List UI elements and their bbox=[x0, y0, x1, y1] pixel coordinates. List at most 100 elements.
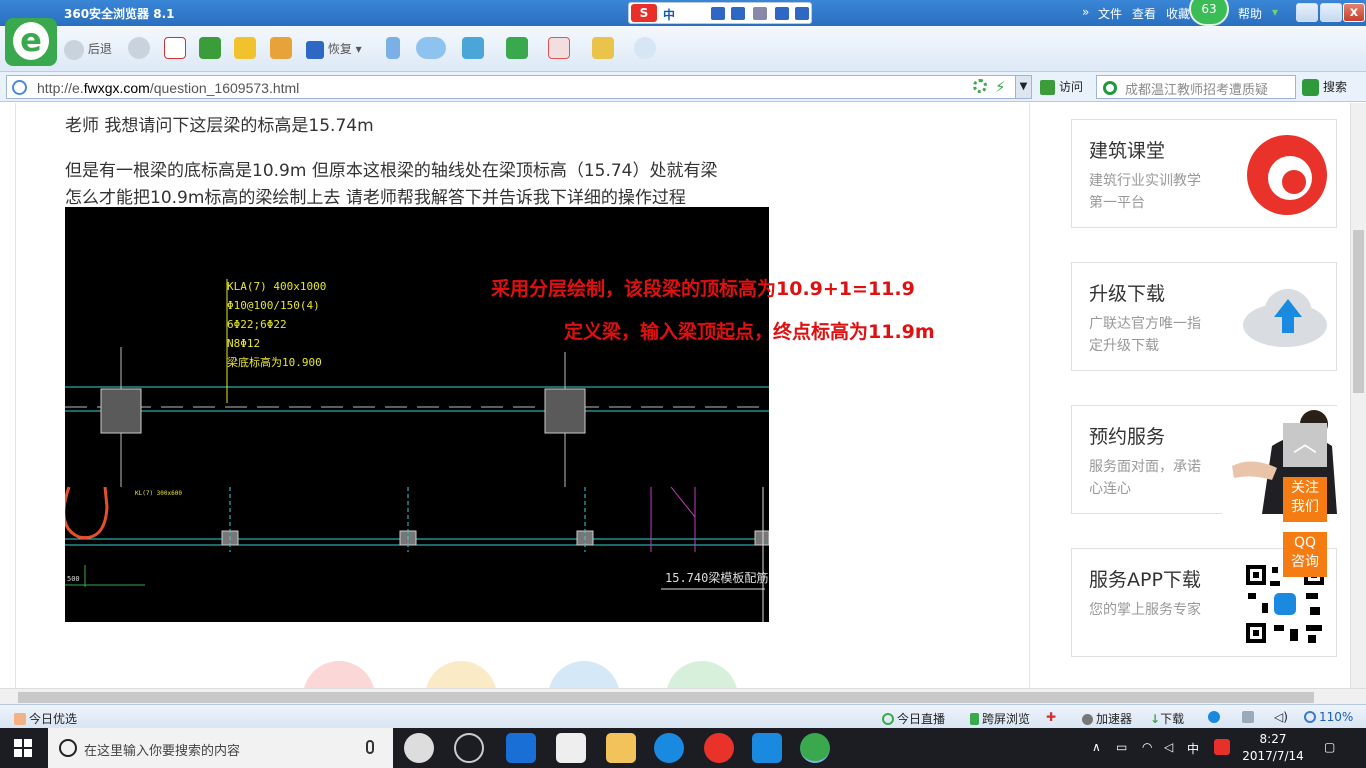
plus-app-icon[interactable] bbox=[752, 733, 782, 763]
zoom-level[interactable]: 110% bbox=[1304, 710, 1353, 724]
e-logo-icon: e bbox=[13, 22, 49, 60]
sogou-ime-icon[interactable]: S bbox=[631, 4, 657, 22]
swirl-app-icon[interactable] bbox=[454, 733, 484, 763]
cad-drawing bbox=[65, 207, 769, 622]
restore-button[interactable]: 恢复 ▾ bbox=[306, 38, 362, 60]
favorite-star-icon[interactable] bbox=[234, 37, 256, 59]
qq-consult-button[interactable]: QQ咨询 bbox=[1283, 532, 1327, 577]
today-live[interactable]: 今日直播 bbox=[882, 710, 945, 727]
sogou-tray-icon[interactable] bbox=[1214, 739, 1230, 755]
refresh-icon[interactable] bbox=[199, 37, 221, 59]
play-icon bbox=[882, 713, 894, 725]
windows-start-icon[interactable] bbox=[14, 739, 32, 757]
sidebar-card-classroom[interactable]: 建筑课堂 建筑行业实训教学第一平台 bbox=[1071, 119, 1337, 228]
visit-button[interactable]: 访问 bbox=[1040, 78, 1083, 95]
vertical-scrollbar[interactable] bbox=[1350, 103, 1366, 688]
vertical-scroll-thumb[interactable] bbox=[1353, 230, 1364, 393]
horizontal-scrollbar[interactable] bbox=[0, 688, 1366, 704]
url-dropdown-icon[interactable]: ▼ bbox=[1015, 76, 1031, 98]
tray-chevron-icon[interactable]: ∧ bbox=[1092, 740, 1101, 754]
answer-line-2: 定义梁，输入梁顶起点，终点标高为11.9m bbox=[564, 321, 935, 343]
shield-icon[interactable] bbox=[506, 37, 528, 59]
close-button[interactable]: x bbox=[1343, 3, 1365, 22]
keyboard-icon[interactable] bbox=[731, 7, 745, 20]
search-input[interactable]: 成都温江教师招考遭质疑 bbox=[1096, 75, 1296, 99]
notification-icon[interactable]: ▢ bbox=[1324, 740, 1335, 754]
edge-browser-icon[interactable] bbox=[506, 733, 536, 763]
menu-help[interactable]: 帮助 bbox=[1238, 5, 1262, 22]
taskbar-search-input[interactable]: 在这里输入你要搜索的内容 bbox=[48, 728, 393, 768]
store-icon[interactable] bbox=[556, 733, 586, 763]
download-arrow-icon: ↓ bbox=[1150, 712, 1161, 726]
browser-logo[interactable]: e bbox=[5, 18, 57, 66]
ime-toolbar[interactable]: S 中 bbox=[628, 2, 812, 24]
360-browser-taskbar-icon[interactable] bbox=[800, 733, 830, 763]
maximize-button[interactable] bbox=[1320, 3, 1342, 22]
today-picks[interactable]: 今日优选 bbox=[14, 710, 77, 727]
wifi-icon[interactable]: ◠ bbox=[1142, 740, 1152, 754]
translate-icon[interactable] bbox=[548, 37, 570, 59]
status-bar: 今日优选 今日直播 跨屏浏览 ✚ 加速器 ↓下载 ◁) 110% bbox=[0, 704, 1366, 728]
wrench-icon[interactable] bbox=[795, 7, 809, 20]
gift-icon bbox=[14, 713, 26, 725]
url-text[interactable]: http://e.fwxgx.com/question_1609573.html bbox=[37, 80, 299, 96]
answer-line-1: 采用分层绘制，该段梁的顶标高为10.9+1=11.9 bbox=[491, 278, 915, 300]
task-view-icon[interactable] bbox=[404, 733, 434, 763]
back-to-top-button[interactable]: ︿ bbox=[1283, 423, 1327, 467]
speaker-icon[interactable]: ◁ bbox=[1164, 740, 1173, 754]
user-icon[interactable] bbox=[753, 7, 767, 20]
speed-mode-icon[interactable]: ⚡ bbox=[995, 78, 1006, 96]
loading-icon bbox=[973, 79, 987, 93]
rocket-icon bbox=[1082, 714, 1093, 725]
plus-icon[interactable]: ✚ bbox=[1046, 710, 1056, 724]
skin-icon[interactable] bbox=[775, 7, 789, 20]
home-icon[interactable] bbox=[270, 37, 292, 59]
arrow-right-icon bbox=[1040, 80, 1055, 95]
follow-us-button[interactable]: 关注我们 bbox=[1283, 477, 1327, 522]
sidebar-card-upgrade[interactable]: 升级下载 广联达官方唯一指定升级下载 bbox=[1071, 262, 1337, 371]
classroom-app-icon[interactable] bbox=[704, 733, 734, 763]
cad-drawing-title: 15.740梁模板配筋图 bbox=[665, 571, 769, 585]
cortana-icon bbox=[59, 739, 77, 757]
shirt-icon[interactable]: ▾ bbox=[1272, 5, 1278, 19]
search-icon bbox=[1302, 79, 1319, 96]
accelerator[interactable]: 加速器 bbox=[1082, 710, 1132, 727]
system-clock[interactable]: 8:27 2017/7/14 bbox=[1242, 731, 1304, 765]
notification-badge[interactable]: 63 bbox=[1189, 0, 1229, 26]
window-icon[interactable] bbox=[1242, 710, 1257, 724]
glodon-app-icon[interactable] bbox=[654, 733, 684, 763]
small-beam-label: KL(7) 300x600 bbox=[135, 490, 182, 497]
app-title: 360安全浏览器 8.1 bbox=[64, 7, 175, 21]
ime-indicator[interactable]: 中 bbox=[1187, 740, 1199, 757]
microphone-icon[interactable] bbox=[366, 740, 374, 754]
back-button[interactable]: 后退 bbox=[64, 38, 112, 60]
microphone-icon[interactable] bbox=[711, 7, 725, 20]
cloud-icon[interactable] bbox=[416, 37, 446, 59]
menu-file[interactable]: 文件 bbox=[1098, 5, 1122, 22]
download-manager[interactable]: ↓下载 bbox=[1150, 710, 1184, 727]
beam-annotation: KLA(7) 400x1000 Φ10@100/150(4) 6Φ22;6Φ22… bbox=[227, 280, 327, 369]
volume-icon[interactable]: ◁) bbox=[1274, 710, 1288, 724]
undo-icon bbox=[306, 40, 324, 59]
menu-favorites[interactable]: 收藏 bbox=[1166, 5, 1190, 22]
menu-view[interactable]: 查看 bbox=[1132, 5, 1156, 22]
cad-left-mark: 500 bbox=[67, 575, 80, 583]
file-explorer-icon[interactable] bbox=[606, 733, 636, 763]
more-chevron-icon[interactable]: » bbox=[1082, 5, 1089, 19]
cad-drawing-image: KLA(7) 400x1000 Φ10@100/150(4) 6Φ22;6Φ22… bbox=[65, 207, 769, 622]
forward-icon[interactable] bbox=[128, 37, 150, 59]
zoom-icon[interactable] bbox=[634, 37, 656, 59]
horizontal-scroll-thumb[interactable] bbox=[18, 692, 1314, 703]
apps-icon[interactable] bbox=[462, 37, 484, 59]
minimize-button[interactable] bbox=[1296, 3, 1318, 22]
ie-icon[interactable] bbox=[1208, 710, 1223, 724]
network-device-icon[interactable]: ▭ bbox=[1116, 740, 1127, 754]
screenshot-icon[interactable] bbox=[592, 37, 614, 59]
cloud-upload-icon bbox=[1243, 289, 1327, 347]
address-bar[interactable]: http://e.fwxgx.com/question_1609573.html… bbox=[6, 75, 1032, 99]
stop-icon[interactable] bbox=[164, 37, 186, 59]
search-button[interactable]: 搜索 bbox=[1302, 78, 1347, 96]
ime-mode[interactable]: 中 bbox=[663, 6, 675, 23]
mobile-icon[interactable] bbox=[386, 37, 400, 59]
cross-screen[interactable]: 跨屏浏览 bbox=[970, 710, 1030, 727]
